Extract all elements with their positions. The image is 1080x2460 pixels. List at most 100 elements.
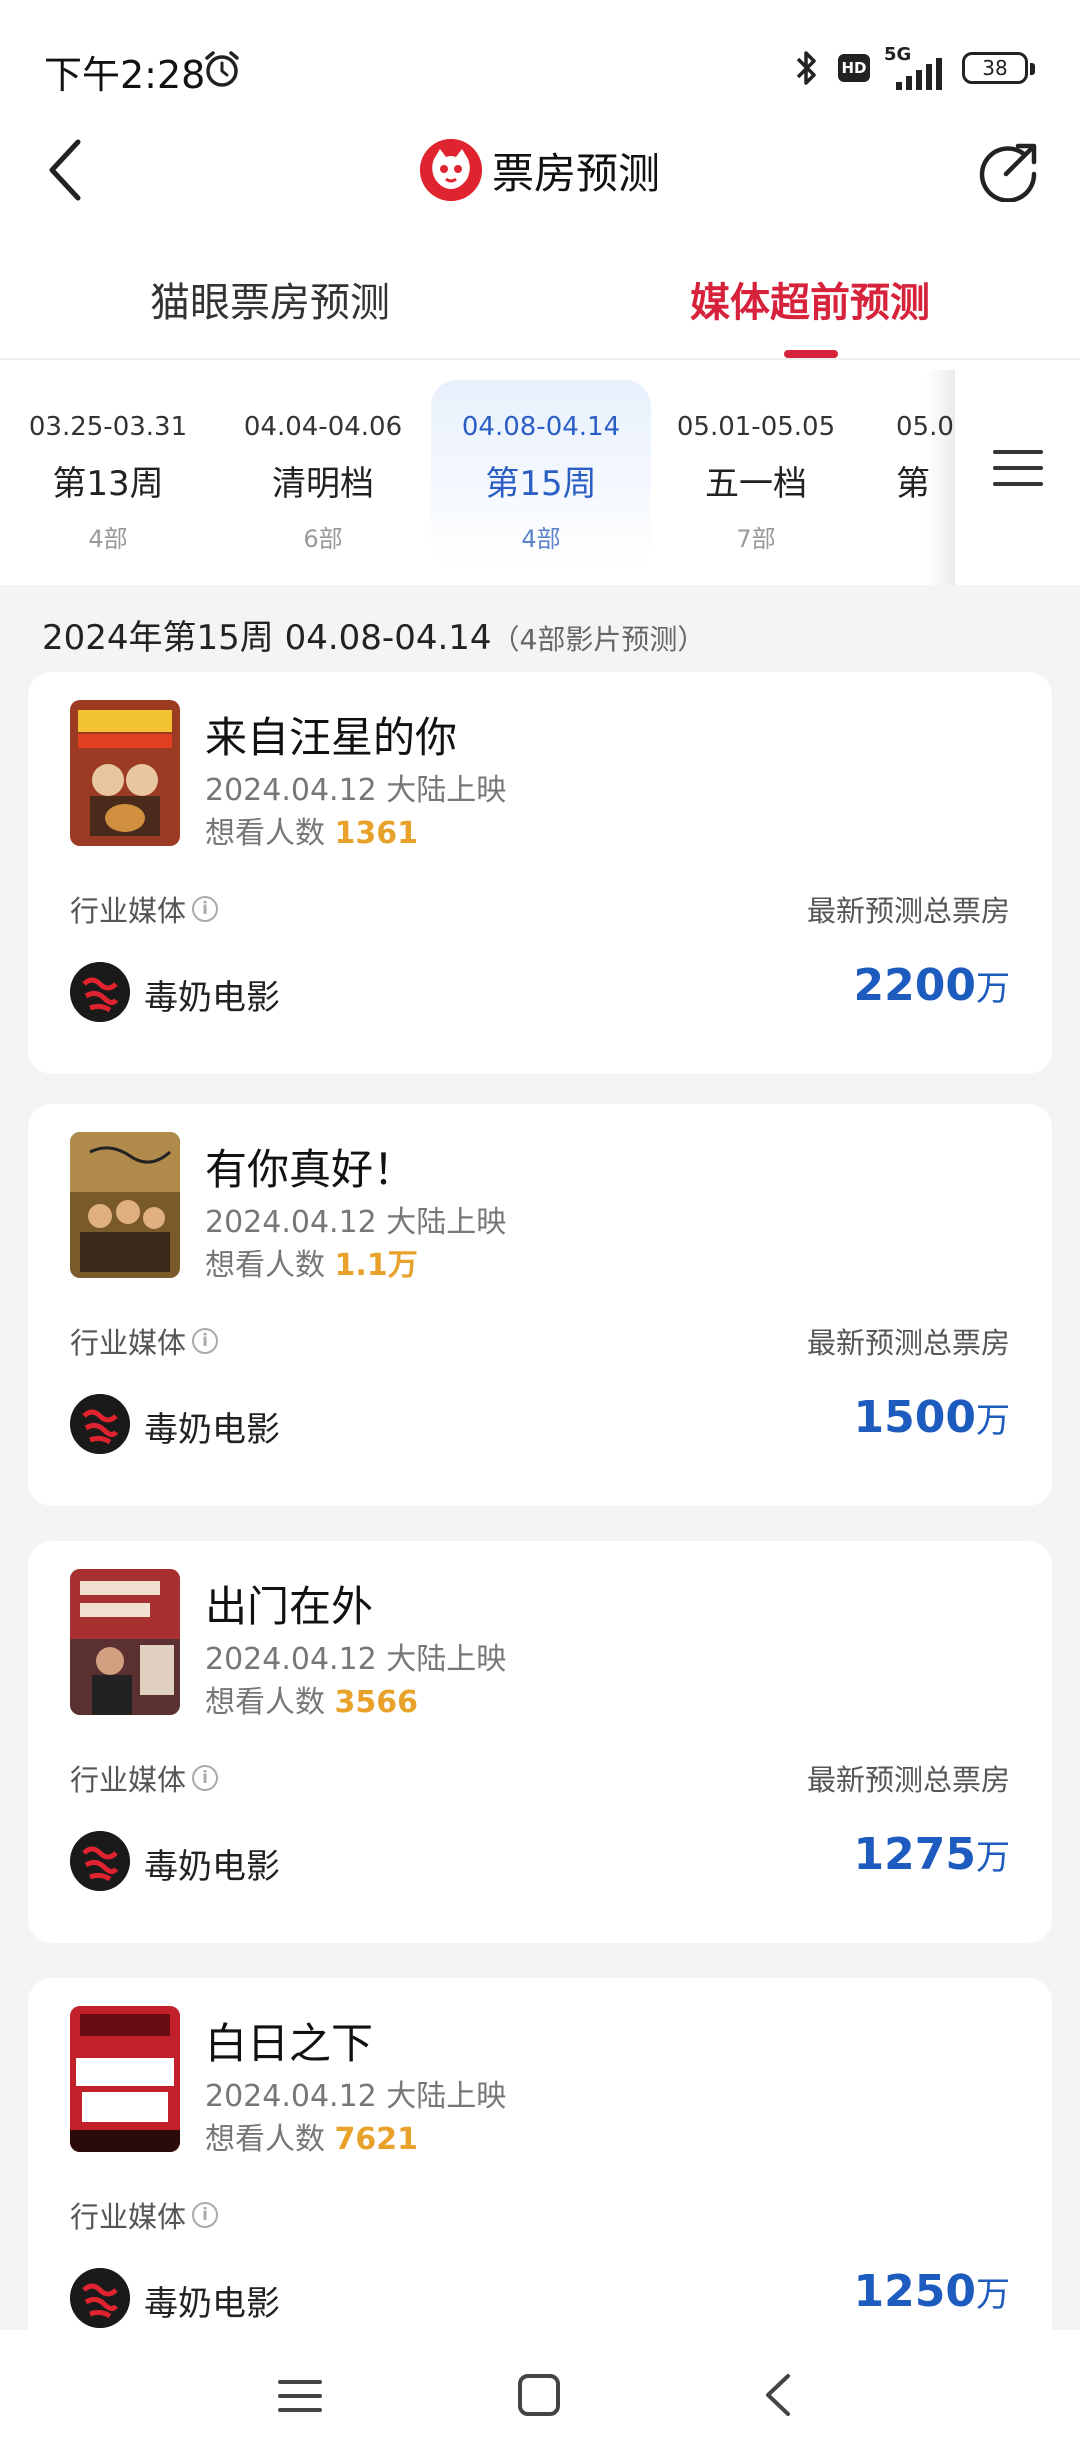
source-avatar — [70, 962, 130, 1022]
film-card[interactable]: 出门在外 2024.04.12 大陆上映 想看人数 3566 行业媒体 i 最新预… — [28, 1541, 1052, 1943]
recent-apps-icon[interactable] — [276, 2376, 324, 2416]
source-name: 毒奶电影 — [144, 1847, 280, 1887]
forecast-label: 最新预测总票房 — [806, 1326, 1010, 1360]
film-poster[interactable] — [70, 2006, 180, 2152]
section-title-text: 2024年第15周 04.08-04.14 — [42, 618, 492, 658]
week-count: 4部 — [521, 525, 561, 553]
maoyan-logo-icon — [419, 139, 482, 201]
week-item[interactable]: 05.01-05.05 五一档 7部 — [646, 380, 866, 570]
media-label: 行业媒体 i — [70, 888, 219, 930]
forecast-label: 最新预测总票房 — [806, 894, 1010, 928]
week-selector: 03.25-03.31 第13周 4部 04.04-04.06 清明档 6部 0… — [0, 370, 1080, 585]
source-name: 毒奶电影 — [144, 1410, 280, 1450]
film-card[interactable]: 有你真好！ 2024.04.12 大陆上映 想看人数 1.1万 行业媒体 i 最新… — [28, 1104, 1052, 1506]
forecast-number: 1500 — [853, 1392, 976, 1443]
week-range: 05.01-05.05 — [676, 412, 836, 442]
film-title: 出门在外 — [205, 1582, 374, 1631]
hd-badge: HD — [838, 54, 870, 82]
want-label: 想看人数 — [205, 2122, 325, 2157]
want-number: 1.1万 — [334, 1248, 418, 1283]
forecast-unit: 万 — [976, 2275, 1010, 2315]
want-number: 7621 — [334, 2122, 419, 2157]
film-poster[interactable] — [70, 1132, 180, 1278]
film-card[interactable]: 来自汪星的你 2024.04.12 大陆上映 想看人数 1361 行业媒体 i 最… — [28, 672, 1052, 1074]
week-name: 清明档 — [272, 464, 374, 504]
film-poster[interactable] — [70, 1569, 180, 1715]
week-count: 6部 — [303, 525, 343, 553]
week-range: 04.04-04.06 — [243, 412, 403, 442]
main-tabs: 猫眼票房预测 媒体超前预测 — [0, 260, 1080, 360]
film-want-count: 想看人数 1.1万 — [205, 1240, 418, 1284]
alarm-icon — [205, 51, 239, 87]
media-label-text: 行业媒体 — [70, 2200, 187, 2234]
film-want-count: 想看人数 1361 — [205, 808, 418, 852]
forecast-number: 1275 — [853, 1829, 976, 1880]
film-release-date: 2024.04.12 大陆上映 — [205, 1205, 507, 1240]
week-count: 4部 — [88, 525, 128, 553]
menu-icon — [993, 482, 1043, 486]
info-icon[interactable]: i — [192, 1765, 219, 1791]
media-label-text: 行业媒体 — [70, 1326, 187, 1360]
week-item-active[interactable]: 04.08-04.14 第15周 4部 — [431, 380, 651, 570]
home-icon[interactable] — [514, 2370, 564, 2420]
forecast-value: 1275万 — [854, 1829, 1010, 1880]
forecast-value: 1500万 — [854, 1392, 1010, 1443]
system-nav-bar — [0, 2330, 1080, 2460]
back-icon[interactable] — [758, 2370, 798, 2420]
info-icon[interactable]: i — [192, 2202, 219, 2228]
week-item[interactable]: 03.25-03.31 第13周 4部 — [0, 380, 218, 570]
source-name: 毒奶电影 — [144, 2284, 280, 2324]
menu-icon — [993, 450, 1043, 454]
status-bar: 下午2:28 HD 5G 38 — [0, 0, 1080, 135]
film-release-date: 2024.04.12 大陆上映 — [205, 1642, 507, 1677]
source-avatar — [70, 1394, 130, 1454]
signal-icon: 5G — [882, 44, 952, 90]
media-label-text: 行业媒体 — [70, 894, 187, 928]
share-icon[interactable] — [978, 140, 1040, 202]
film-release-date: 2024.04.12 大陆上映 — [205, 773, 507, 808]
status-time: 下午2:28 — [44, 53, 206, 97]
film-want-count: 想看人数 3566 — [205, 1677, 418, 1721]
week-range: 04.08-04.14 — [461, 412, 621, 442]
tab-maoyan-forecast[interactable]: 猫眼票房预测 — [60, 270, 480, 328]
forecast-unit: 万 — [976, 1838, 1010, 1878]
media-label: 行业媒体 i — [70, 1320, 219, 1362]
source-avatar — [70, 1831, 130, 1891]
film-poster[interactable] — [70, 700, 180, 846]
nav-title-area: 票房预测 — [0, 130, 1080, 210]
want-label: 想看人数 — [205, 816, 325, 851]
forecast-number: 1250 — [853, 2266, 976, 2317]
week-item[interactable]: 04.04-04.06 清明档 6部 — [213, 380, 433, 570]
source-name: 毒奶电影 — [144, 978, 280, 1018]
scroll-shadow — [925, 370, 955, 585]
media-label: 行业媒体 i — [70, 2194, 219, 2236]
battery-icon: 38 — [962, 52, 1035, 84]
page-title: 票房预测 — [491, 148, 660, 198]
info-icon[interactable]: i — [192, 896, 219, 922]
section-title: 2024年第15周 04.08-04.14（4部影片预测） — [42, 610, 705, 659]
film-title: 有你真好！ — [205, 1145, 416, 1194]
forecast-label: 最新预测总票房 — [806, 1763, 1010, 1797]
film-card[interactable]: 白日之下 2024.04.12 大陆上映 想看人数 7621 行业媒体 i 毒奶电… — [28, 1978, 1052, 2380]
film-title: 来自汪星的你 — [205, 713, 458, 762]
forecast-value: 2200万 — [854, 960, 1010, 1011]
want-label: 想看人数 — [205, 1685, 325, 1720]
section-subtitle: （4部影片预测） — [491, 623, 706, 656]
active-tab-indicator — [784, 350, 838, 358]
menu-button[interactable] — [955, 370, 1080, 560]
forecast-unit: 万 — [976, 969, 1010, 1009]
forecast-number: 2200 — [853, 960, 976, 1011]
info-icon[interactable]: i — [192, 1328, 219, 1354]
film-title: 白日之下 — [205, 2019, 374, 2068]
media-label-text: 行业媒体 — [70, 1763, 187, 1797]
menu-icon — [993, 466, 1043, 470]
film-release-date: 2024.04.12 大陆上映 — [205, 2079, 507, 2114]
want-number: 1361 — [334, 816, 419, 851]
forecast-value: 1250万 — [854, 2266, 1010, 2317]
tab-media-forecast[interactable]: 媒体超前预测 — [600, 270, 1020, 328]
week-name: 第15周 — [485, 464, 597, 504]
film-want-count: 想看人数 7621 — [205, 2114, 418, 2158]
week-name: 第13周 — [52, 464, 164, 504]
forecast-unit: 万 — [976, 1401, 1010, 1441]
week-count: 7部 — [736, 525, 776, 553]
